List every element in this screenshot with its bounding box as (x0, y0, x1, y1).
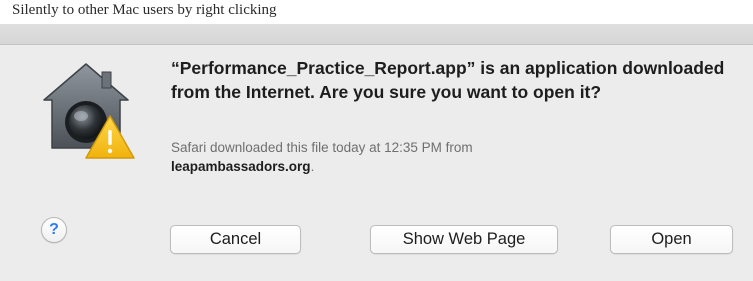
show-web-page-button[interactable]: Show Web Page (370, 225, 558, 254)
gatekeeper-warning-icon (40, 60, 136, 160)
cancel-button[interactable]: Cancel (170, 225, 301, 254)
open-button[interactable]: Open (610, 225, 733, 254)
security-alert-dialog: “Performance_Practice_Report.app” is an … (0, 16, 753, 281)
source-domain: leapambassadors.org (171, 159, 311, 174)
help-icon: ? (49, 221, 59, 238)
info-prefix: Safari downloaded this file today at 12:… (171, 140, 473, 155)
dialog-info-text: Safari downloaded this file today at 12:… (171, 138, 731, 176)
help-button[interactable]: ? (41, 217, 67, 243)
page-caption: Silently to other Mac users by right cli… (0, 0, 753, 24)
dialog-headline: “Performance_Practice_Report.app” is an … (171, 58, 725, 102)
info-suffix: . (310, 159, 315, 174)
